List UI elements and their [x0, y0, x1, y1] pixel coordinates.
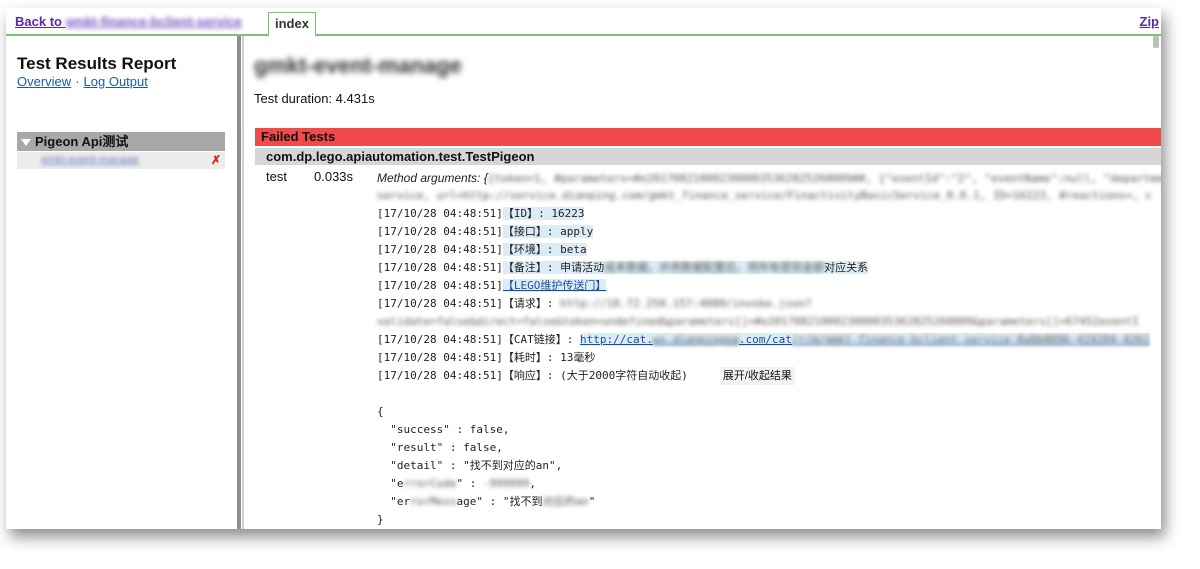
log-request-url: http://10.72.250.157:4080/invoke.json?	[560, 297, 812, 310]
suite-group-header[interactable]: Pigeon Api测试	[17, 132, 225, 151]
test-output: Method arguments: {{token=1, #parameters…	[377, 169, 1161, 529]
log-line-cat: [17/10/28 04:48:51]【CAT链接】: http://cat.w…	[377, 331, 1161, 349]
method-args-value-2: service, url=http://service.dianping.com…	[377, 189, 1152, 202]
back-target: gmkt-finance-bclient-service	[65, 14, 242, 29]
triangle-down-icon	[21, 139, 31, 147]
cat-link[interactable]: http://cat.ws.dianpingoa.com/cat/r/m/gmk…	[579, 333, 1150, 346]
json-result-text: "result" : false,	[377, 441, 503, 454]
log-note-text-b: 对应关系	[824, 261, 869, 274]
method-args-value: {token=1, #parameters=#e2017082100023000…	[487, 172, 1161, 185]
log-note: 【备注】: 申请活动成本数据，并将数据配置后，将所有提现金额对应关系	[502, 261, 869, 274]
method-args-line-2: service, url=http://service.dianping.com…	[377, 187, 1161, 205]
tab-index[interactable]: index	[268, 12, 316, 37]
json-err-msg-a: "er	[377, 495, 411, 508]
cat-url-a: http://cat.	[579, 333, 653, 346]
log-elapsed: 【耗时】: 13毫秒	[502, 351, 596, 364]
log-id: 【ID】: 16223	[502, 207, 585, 220]
fail-x-icon: ✗	[210, 153, 221, 167]
json-err-msg-c: "	[588, 495, 596, 508]
report-title: Test Results Report	[17, 54, 177, 73]
report-window: Back to gmkt-finance-bclient-service ind…	[6, 8, 1161, 529]
log-line-id: [17/10/28 04:48:51]【ID】: 16223	[377, 205, 1161, 223]
log-request-params: validate=false&direct=false&token=undefi…	[377, 315, 1139, 328]
json-success-text: "success" : false,	[377, 423, 510, 436]
log-line-request: [17/10/28 04:48:51]【请求】: http://10.72.25…	[377, 295, 1161, 313]
log-timestamp: [17/10/28 04:48:51]	[377, 297, 503, 310]
back-to-service-link[interactable]: Back to gmkt-finance-bclient-service	[15, 14, 242, 29]
json-close: }	[377, 513, 384, 526]
test-method-time: 0.033s	[314, 169, 354, 184]
json-err-code-b: " :	[456, 477, 483, 490]
cat-url-blur-2: /r/m/gmkt-finance-bclient-service-0a0b80…	[791, 333, 1150, 346]
log-timestamp: [17/10/28 04:48:51]	[377, 207, 503, 220]
log-cat-label: 【CAT链接】:	[502, 333, 580, 346]
cat-url-b: .com/cat	[738, 333, 792, 346]
log-response-label: 【响应】: (大于2000字符自动收起)	[502, 369, 688, 382]
log-timestamp: [17/10/28 04:48:51]	[377, 333, 503, 346]
back-prefix: Back to	[15, 14, 66, 29]
toggle-result-button[interactable]: 展开/收起结果	[719, 367, 795, 385]
main-panel: gmkt-event-manage Test duration: 4.431s …	[244, 36, 1161, 529]
json-err-code-a: "e	[377, 477, 404, 490]
method-args-line: Method arguments: {{token=1, #parameters…	[377, 169, 1161, 187]
log-timestamp: [17/10/28 04:48:51]	[377, 369, 503, 382]
log-note-text-a: 【备注】: 申请活动	[502, 261, 605, 274]
json-err-code-val: -999999	[482, 477, 530, 490]
json-err-code-c: ,	[529, 477, 536, 490]
suite-item[interactable]: gmkt-event-manage ✗	[17, 152, 225, 169]
suite-group-label: Pigeon Api测试	[35, 134, 129, 149]
link-separator: ·	[75, 74, 80, 89]
sidebar: Test Results Report Overview · Log Output …	[6, 36, 241, 529]
suite-item-label[interactable]: gmkt-event-manage	[17, 154, 139, 166]
log-timestamp: [17/10/28 04:48:51]	[377, 243, 503, 256]
json-err-msg-val: 对应的an	[542, 495, 589, 508]
log-timestamp: [17/10/28 04:48:51]	[377, 279, 503, 292]
log-line-lego: [17/10/28 04:48:51]【LEGO维护传送门】	[377, 277, 1161, 295]
json-err-msg-b: age" : "找不到	[456, 495, 543, 508]
json-err-code-blur: rrorCode	[403, 477, 457, 490]
log-line-response: [17/10/28 04:48:51]【响应】: (大于2000字符自动收起) 展…	[377, 367, 1161, 385]
log-output-link[interactable]: Log Output	[84, 74, 148, 89]
log-line-note: [17/10/28 04:48:51]【备注】: 申请活动成本数据，并将数据配置…	[377, 259, 1161, 277]
failed-tests-header: Failed Tests	[255, 128, 1161, 146]
json-success: "success" : false,	[377, 421, 1161, 439]
log-line-request-2: validate=false&direct=false&token=undefi…	[377, 313, 1161, 331]
json-open: {	[377, 405, 384, 418]
suite-title: gmkt-event-manage	[254, 53, 462, 78]
json-err-msg-blur: rorMess	[410, 495, 457, 508]
json-detail-text: "detail" : "找不到对应的an",	[377, 459, 563, 472]
sidebar-links: Overview · Log Output	[17, 74, 148, 89]
log-env: 【环境】: beta	[502, 243, 587, 256]
test-class-header: com.dp.lego.apiautomation.test.TestPigeo…	[255, 148, 1161, 165]
top-nav-bar: Back to gmkt-finance-bclient-service ind…	[6, 8, 1161, 37]
json-result: "result" : false,	[377, 439, 1161, 457]
test-method-name: test	[266, 169, 287, 184]
log-line-api: [17/10/28 04:48:51]【接口】: apply	[377, 223, 1161, 241]
json-error-code: "errorCode" : -999999,	[377, 475, 1161, 493]
lego-portal-link[interactable]: 【LEGO维护传送门】	[502, 279, 607, 292]
log-timestamp: [17/10/28 04:48:51]	[377, 225, 503, 238]
log-note-blurred: 成本数据，并将数据配置后，将所有提现金额	[604, 261, 825, 274]
log-line-time: [17/10/28 04:48:51]【耗时】: 13毫秒	[377, 349, 1161, 367]
cat-url-blur-1: ws.dianpingoa	[652, 333, 739, 346]
json-error-message: "errorMessage" : "找不到对应的an"	[377, 493, 1161, 511]
overview-link[interactable]: Overview	[17, 74, 71, 89]
vertical-scrollbar[interactable]	[1153, 36, 1159, 48]
log-timestamp: [17/10/28 04:48:51]	[377, 261, 503, 274]
log-api: 【接口】: apply	[502, 225, 594, 238]
log-line-env: [17/10/28 04:48:51]【环境】: beta	[377, 241, 1161, 259]
method-args-label: Method arguments: {	[377, 171, 488, 185]
zip-link[interactable]: Zip	[1140, 14, 1160, 29]
log-timestamp: [17/10/28 04:48:51]	[377, 351, 503, 364]
test-duration: Test duration: 4.431s	[254, 91, 375, 106]
json-detail: "detail" : "找不到对应的an",	[377, 457, 1161, 475]
log-request-label: 【请求】:	[502, 297, 561, 310]
